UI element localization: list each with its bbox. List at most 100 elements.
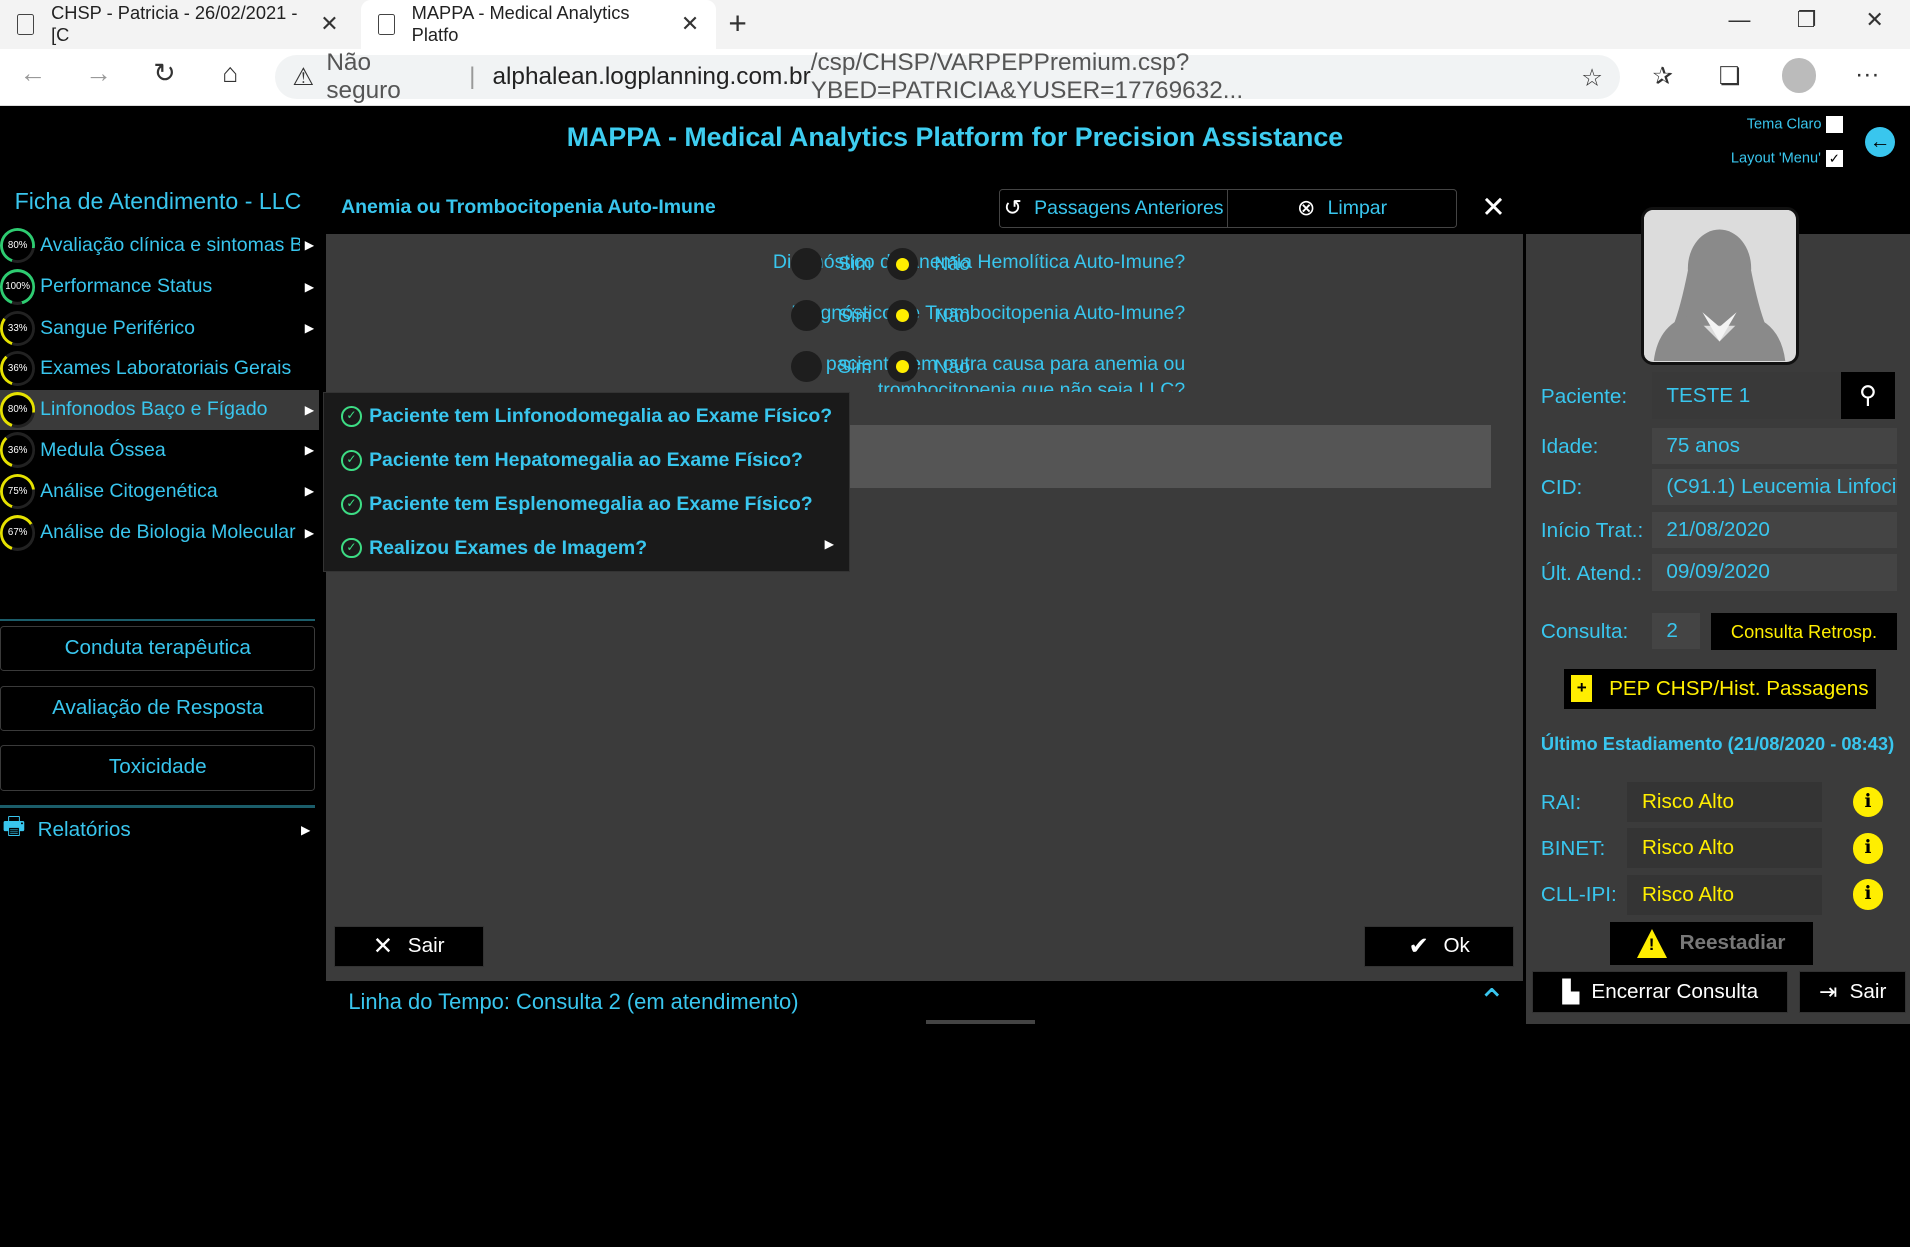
avaliacao-resposta-button[interactable]: Avaliação de Resposta (0, 685, 316, 731)
layout-menu-label: Layout 'Menu' (1730, 150, 1821, 167)
close-tab-icon[interactable]: ✕ (681, 11, 699, 37)
browser-tab-mappa[interactable]: MAPPA - Medical Analytics Platfo ✕ (360, 0, 717, 49)
progress-gauge: 33% (0, 310, 36, 346)
radio-selected-dot (895, 359, 910, 374)
text-area-field[interactable] (850, 425, 1491, 489)
binet-field: Risco Alto (1627, 828, 1823, 869)
nav-item[interactable]: 80% Linfonodos Baço e Fígado ▶ (0, 389, 320, 430)
chevron-right-icon: ▶ (304, 525, 315, 540)
more-menu-icon[interactable]: ··· (1849, 61, 1886, 89)
security-label[interactable]: Não seguro (326, 49, 452, 105)
pep-button[interactable]: + PEP CHSP/Hist. Passagens (1564, 668, 1876, 709)
progress-gauge: 75% (0, 473, 36, 510)
nav-item-label: Medula Óssea (40, 438, 166, 461)
reload-icon[interactable]: ↻ (146, 58, 183, 89)
gauge-value: 80% (7, 239, 28, 251)
nav-item[interactable]: 33% Sangue Periférico ▶ (0, 308, 319, 348)
info-icon[interactable]: i (1852, 879, 1884, 910)
nav-item[interactable]: 75% Análise Citogenética ▶ (0, 471, 319, 511)
submenu-item-hepatomegalia[interactable]: ✓ Paciente tem Hepatomegalia ao Exame Fís… (341, 439, 803, 483)
layout-menu-toggle[interactable]: Layout 'Menu' ✓ (1730, 149, 1843, 167)
gauge-value: 36% (7, 444, 28, 456)
passagens-anteriores-button[interactable]: ↺ Passagens Anteriores (1000, 189, 1229, 227)
close-tab-icon[interactable]: ✕ (320, 11, 338, 37)
browser-tab-chsp[interactable]: CHSP - Patricia - 26/02/2021 - [C ✕ (0, 0, 356, 49)
reestadiar-button[interactable]: ! Reestadiar (1610, 922, 1813, 965)
collections-icon[interactable]: ❏ (1711, 61, 1748, 91)
radio-anemia-sim[interactable] (790, 248, 823, 281)
progress-gauge: 67% (0, 515, 36, 551)
consulta-label: Consulta: (1540, 620, 1629, 643)
url-field[interactable]: ⚠ Não seguro | alphalean.logplanning.com… (275, 49, 1621, 104)
relatorios-menu[interactable]: 🖶 Relatórios ▶ (0, 810, 315, 849)
progress-gauge: 80% (0, 227, 36, 264)
back-icon[interactable]: ← (15, 58, 52, 89)
restore-button[interactable]: ❐ (1782, 7, 1831, 33)
logout-button[interactable]: ⇥ Sair (1799, 970, 1907, 1014)
favorites-icon[interactable]: ✰ (1644, 61, 1681, 91)
profile-avatar[interactable] (1782, 58, 1817, 93)
submenu-item-esplenomegalia[interactable]: ✓ Paciente tem Esplenomegalia ao Exame Fí… (341, 482, 813, 526)
sim-label: Sim (838, 253, 872, 276)
ok-button[interactable]: ✔ Ok (1364, 925, 1515, 968)
progress-gauge: 36% (0, 350, 36, 387)
chevron-up-icon[interactable]: ⌃ (1478, 982, 1507, 1022)
limpar-button[interactable]: ⊗ Limpar (1228, 190, 1456, 227)
nav-item[interactable]: 67% Análise de Biologia Molecular ▶ (0, 513, 319, 553)
forward-icon[interactable]: → (80, 58, 117, 89)
chevron-right-icon: ▶ (304, 321, 315, 336)
home-icon[interactable]: ⌂ (212, 58, 249, 89)
nav-item[interactable]: 100% Performance Status ▶ (0, 267, 319, 307)
passagens-label: Passagens Anteriores (1034, 196, 1224, 219)
inicio-trat-label: Início Trat.: (1540, 518, 1644, 542)
submenu-item-linfonodomegalia[interactable]: ✓ Paciente tem Linfonodomegalia ao Exame … (341, 395, 832, 439)
minimize-button[interactable]: — (1715, 7, 1764, 33)
nav-item[interactable]: 80% Avaliação clínica e sintomas B ▶ (0, 225, 319, 265)
gauge-value: 80% (7, 404, 28, 416)
idade-field: 75 anos (1651, 427, 1897, 465)
limpar-label: Limpar (1327, 196, 1388, 219)
check-icon: ✔ (1408, 933, 1429, 961)
cll-ipi-field: Risco Alto (1627, 874, 1823, 915)
check-circle-icon: ✓ (341, 493, 362, 515)
nav-item-label: Análise de Biologia Molecular (40, 521, 296, 544)
conduta-terapeutica-button[interactable]: Conduta terapêutica (0, 626, 316, 672)
submenu-label: Paciente tem Hepatomegalia ao Exame Físi… (369, 448, 803, 471)
submenu-label: Paciente tem Esplenomegalia ao Exame Fís… (369, 492, 813, 515)
gauge-value: 75% (7, 486, 28, 497)
nao-label: Não (934, 304, 970, 327)
reestadiar-label: Reestadiar (1679, 931, 1786, 955)
pep-label: PEP CHSP/Hist. Passagens (1609, 676, 1869, 700)
warning-icon: ⚠ (292, 63, 315, 91)
window-close-button[interactable]: ✕ (1850, 7, 1899, 33)
page-icon (377, 14, 395, 35)
nav-item[interactable]: 36% Medula Óssea ▶ (0, 430, 319, 470)
add-favorite-icon[interactable]: ☆ (1574, 63, 1611, 93)
info-icon[interactable]: i (1852, 833, 1884, 864)
tema-claro-checkbox[interactable] (1826, 115, 1844, 133)
sair-button[interactable]: ✕ Sair (333, 925, 484, 968)
close-panel-icon[interactable]: ✕ (1481, 190, 1505, 225)
chevron-right-icon: ▶ (824, 537, 835, 552)
ok-label: Ok (1443, 934, 1470, 958)
toxicidade-button[interactable]: Toxicidade (0, 745, 316, 791)
new-tab-button[interactable]: + (728, 5, 747, 42)
cid-field: (C91.1) Leucemia Linfoci (1651, 468, 1897, 506)
url-path: /csp/CHSP/VARPEPPremium.csp?YBED=PATRICI… (810, 48, 1244, 104)
rai-label: RAI: (1540, 790, 1582, 814)
chevron-right-icon: ▶ (304, 484, 315, 499)
search-icon[interactable]: ⚲ (1840, 371, 1896, 420)
submenu-item-exames-imagem[interactable]: ✓ Realizou Exames de Imagem? (341, 526, 647, 570)
layout-menu-checkbox[interactable]: ✓ (1825, 149, 1843, 167)
patient-avatar (1640, 207, 1800, 366)
nav-item[interactable]: 36% Exames Laboratoriais Gerais (0, 348, 319, 388)
paciente-field[interactable]: TESTE 1 (1651, 371, 1841, 420)
exit-door-icon: ▙ (1562, 979, 1580, 1005)
encerrar-consulta-button[interactable]: ▙ Encerrar Consulta (1532, 970, 1789, 1014)
logout-label: Sair (1849, 980, 1887, 1004)
tab-title: MAPPA - Medical Analytics Platfo (411, 2, 630, 46)
consulta-field: 2 (1651, 612, 1701, 650)
tema-claro-toggle[interactable]: Tema Claro (1747, 115, 1844, 133)
ult-atend-label: Últ. Atend.: (1540, 561, 1643, 585)
consulta-retrosp-button[interactable]: Consulta Retrosp. (1711, 612, 1897, 651)
